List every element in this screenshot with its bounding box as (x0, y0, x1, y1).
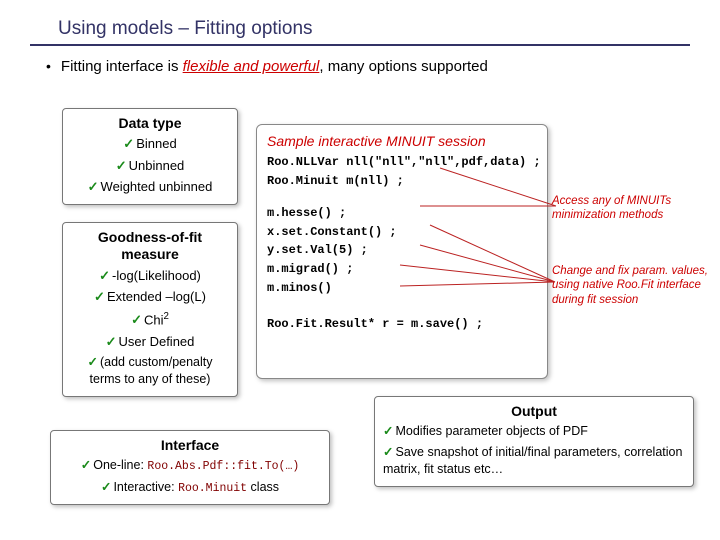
gof-item: User Defined (71, 331, 229, 353)
output-item: Save snapshot of initial/final parameter… (383, 442, 685, 480)
gof-box: Goodness-of-fit measure -log(Likelihood)… (62, 222, 238, 397)
iface-line2-post: class (247, 480, 279, 494)
session-code-line: m.minos() (267, 279, 537, 298)
data-type-item: Weighted unbinned (71, 176, 229, 198)
interface-box: Interface One-line: Roo.Abs.Pdf::fit.To(… (50, 430, 330, 505)
bullet-text: Fitting interface is flexible and powerf… (61, 58, 488, 75)
iface-line2-pre: Interactive: (113, 480, 178, 494)
output-item: Modifies parameter objects of PDF (383, 421, 685, 442)
annotation-minimization: Access any of MINUITs minimization metho… (552, 194, 702, 223)
session-code-line: Roo.NLLVar nll("nll","nll",pdf,data) ; (267, 153, 537, 172)
bullet-pre: Fitting interface is (61, 58, 183, 75)
iface-line1-pre: One-line: (93, 458, 147, 472)
data-type-item: Unbinned (71, 155, 229, 177)
bullet-post: , many options supported (319, 58, 487, 75)
interface-line-oneline: One-line: Roo.Abs.Pdf::fit.To(…) (59, 455, 321, 477)
session-code-line: x.set.Constant() ; (267, 223, 537, 242)
data-type-box: Data type Binned Unbinned Weighted unbin… (62, 108, 238, 205)
session-code-line: Roo.Minuit m(nll) ; (267, 172, 537, 191)
interface-title: Interface (59, 437, 321, 453)
gof-item-chi: Chi2 (71, 308, 229, 331)
session-box: Sample interactive MINUIT session Roo.NL… (256, 124, 548, 379)
gof-title: Goodness-of-fit measure (71, 229, 229, 263)
gof-item: Extended –log(L) (71, 286, 229, 308)
slide: Using models – Fitting options • Fitting… (0, 0, 720, 540)
interface-line-interactive: Interactive: Roo.Minuit class (59, 477, 321, 499)
gof-item-custom: (add custom/penalty terms to any of thes… (71, 352, 229, 390)
session-code-line: y.set.Val(5) ; (267, 241, 537, 260)
bullet-dot-icon: • (46, 58, 51, 74)
session-code-line: m.hesse() ; (267, 204, 537, 223)
output-box: Output Modifies parameter objects of PDF… (374, 396, 694, 487)
session-code-line: m.migrad() ; (267, 260, 537, 279)
iface-line1-code: Roo.Abs.Pdf::fit.To(…) (147, 460, 299, 473)
gof-item: -log(Likelihood) (71, 265, 229, 287)
main-bullet: • Fitting interface is flexible and powe… (30, 58, 690, 75)
session-title: Sample interactive MINUIT session (267, 133, 537, 149)
annotation-params: Change and fix param. values, using nati… (552, 264, 712, 307)
data-type-title: Data type (71, 115, 229, 131)
slide-title: Using models – Fitting options (30, 12, 690, 46)
iface-line2-code: Roo.Minuit (178, 482, 247, 495)
bullet-emph: flexible and powerful (183, 58, 320, 75)
data-type-item: Binned (71, 133, 229, 155)
chi-pre: Chi (144, 312, 164, 327)
chi-sup: 2 (163, 311, 168, 322)
session-code-line: Roo.Fit.Result* r = m.save() ; (267, 315, 537, 334)
output-title: Output (383, 403, 685, 419)
